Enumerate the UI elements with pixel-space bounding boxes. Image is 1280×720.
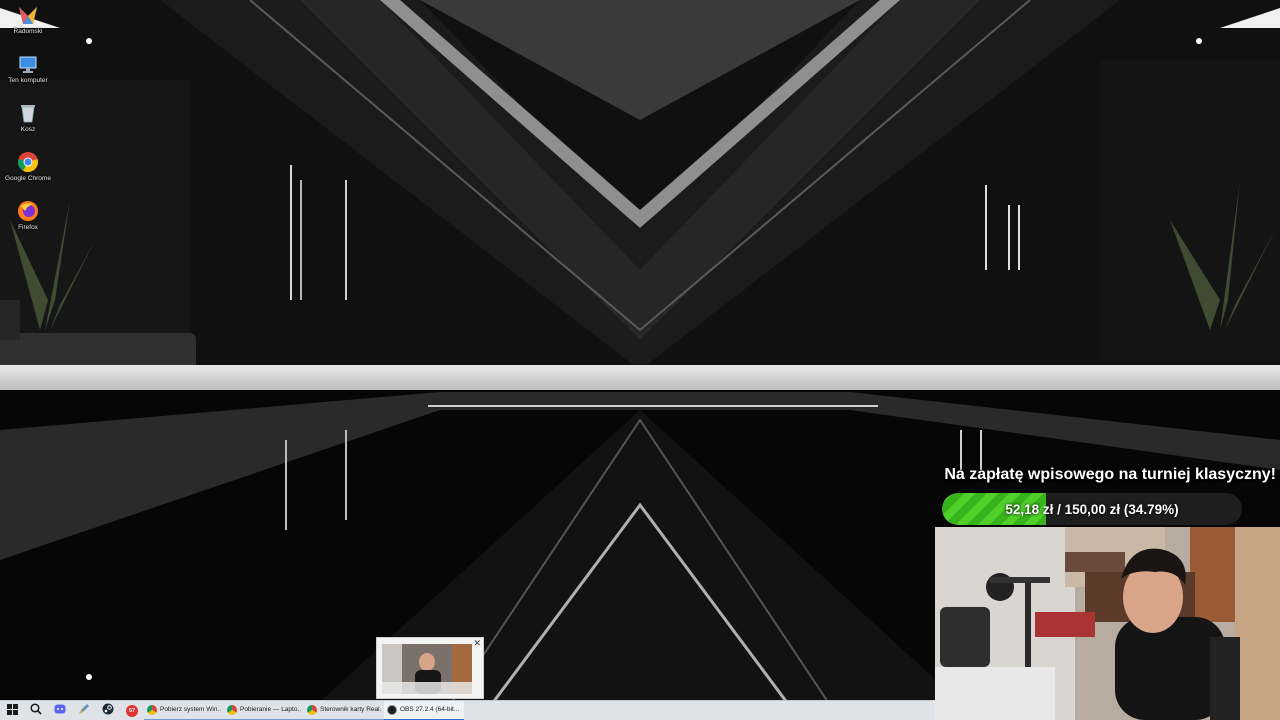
start-button[interactable] <box>0 701 24 720</box>
desktop-icon-column: Radomski Ten komputer Kosz Google Chrome… <box>2 2 54 247</box>
taskbar-thumbnail-preview[interactable]: ✕ <box>376 637 484 699</box>
taskbar-app-label: Sterownik karty Real... <box>320 706 381 713</box>
donation-goal-bar: 52,18 zł / 150,00 zł (34.79%) <box>942 493 1242 525</box>
desktop-icon-firefox[interactable]: Firefox <box>2 198 54 247</box>
webcam-feed <box>935 527 1280 720</box>
desktop-icon-google-chrome[interactable]: Google Chrome <box>2 149 54 198</box>
badge-app-icon: 57 <box>126 704 138 717</box>
donation-goal-title: Na zapłatę wpisowego na turniej klasyczn… <box>944 466 1276 483</box>
desktop-icon-this-pc[interactable]: Ten komputer <box>2 51 54 100</box>
desktop-icon-label: Ten komputer <box>8 77 48 84</box>
desktop-icon-recycle-bin[interactable]: Kosz <box>2 100 54 149</box>
desktop-icon-label: Google Chrome <box>5 175 51 182</box>
start-icon <box>6 702 18 720</box>
search-icon <box>30 702 42 720</box>
desktop-icon-label: Firefox <box>18 224 38 231</box>
taskbar-app-chrome-download[interactable]: Pobieranie — Lapto... <box>224 701 304 720</box>
taskbar: 57 Pobierz system Win... Pobieranie — La… <box>0 700 935 720</box>
recycle-bin-icon <box>17 102 39 124</box>
firefox-icon <box>17 200 39 222</box>
steam-icon <box>102 702 114 720</box>
desktop-icon-label: Kosz <box>20 126 36 133</box>
computer-icon <box>17 53 39 75</box>
taskbar-pin-steam[interactable] <box>96 701 120 720</box>
webcam-overlay <box>935 527 1280 720</box>
chrome-icon <box>147 704 157 715</box>
obs-icon <box>387 704 397 715</box>
taskbar-app-chrome-driver[interactable]: Sterownik karty Real... <box>304 701 384 720</box>
taskbar-pin-discord[interactable] <box>48 701 72 720</box>
taskbar-app-obs[interactable]: OBS 27.2.4 (64-bit... <box>384 700 464 720</box>
desktop-icon-radomski[interactable]: Radomski <box>2 2 54 51</box>
chrome-icon <box>17 151 39 173</box>
taskbar-pin-tool[interactable] <box>72 701 96 720</box>
chrome-icon <box>227 704 237 715</box>
taskbar-app-label: OBS 27.2.4 (64-bit... <box>400 706 460 713</box>
desktop-icon-label: Radomski <box>13 28 43 35</box>
taskbar-app-chrome-windows[interactable]: Pobierz system Win... <box>144 701 224 720</box>
taskbar-app-label: Pobierz system Win... <box>160 706 221 713</box>
donation-goal-progress-text: 52,18 zł / 150,00 zł (34.79%) <box>1005 501 1179 517</box>
discord-icon <box>54 702 66 720</box>
taskbar-app-label: Pobieranie — Lapto... <box>240 706 301 713</box>
chrome-icon <box>307 704 317 715</box>
search-button[interactable] <box>24 701 48 720</box>
pen-tool-icon <box>78 702 90 720</box>
app-logo-icon <box>17 4 39 26</box>
thumbnail-screen <box>382 644 472 694</box>
taskbar-pin-badge-app[interactable]: 57 <box>120 701 144 720</box>
thumbnail-close-button[interactable]: ✕ <box>473 639 481 648</box>
